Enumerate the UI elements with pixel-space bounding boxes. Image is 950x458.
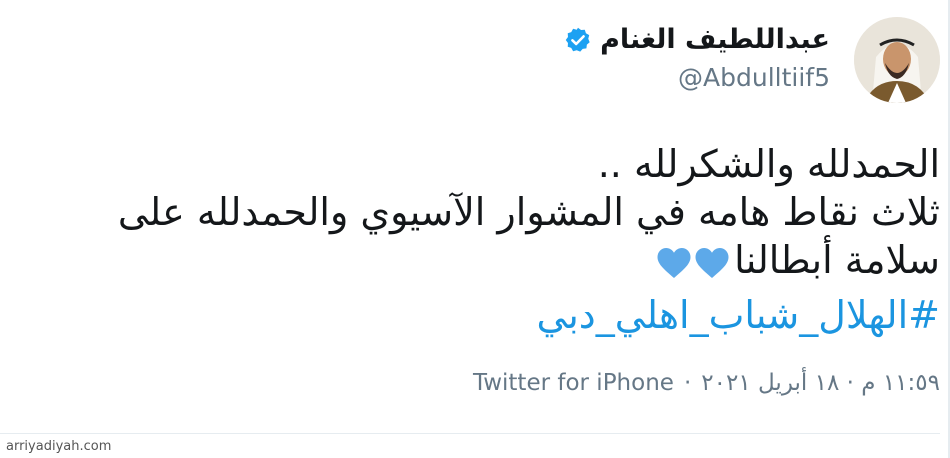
user-handle[interactable]: @Abdulltiif5 <box>678 60 830 96</box>
blue-heart-icon <box>657 247 691 278</box>
avatar[interactable] <box>854 17 940 103</box>
tweet-line-3: سلامة أبطالنا <box>10 236 940 284</box>
profile-photo-icon <box>854 17 940 103</box>
tweet-client[interactable]: Twitter for iPhone <box>473 366 674 400</box>
hearts <box>656 246 730 280</box>
tweet-line-2: ثلاث نقاط هامه في المشوار الآسيوي والحمد… <box>117 190 940 234</box>
display-name-row[interactable]: عبداللطيف الغنام <box>564 20 830 60</box>
tweet-card: عبداللطيف الغنام @Abdulltiif5 الحمدلله و… <box>0 0 950 458</box>
tweet-text: الحمدلله والشكرلله .. ثلاث نقاط هامه في … <box>10 140 940 284</box>
tweet-line-1: الحمدلله والشكرلله .. <box>597 142 940 186</box>
meta-separator: · <box>683 370 692 396</box>
tweet-meta: ١١:٥٩ م · ١٨ أبريل ٢٠٢١ · Twitter for iP… <box>473 366 940 400</box>
verified-badge-icon <box>565 27 590 52</box>
display-name[interactable]: عبداللطيف الغنام <box>600 20 830 60</box>
divider <box>0 433 940 434</box>
tweet-line-3-text: سلامة أبطالنا <box>734 238 940 282</box>
blue-heart-icon <box>695 247 729 278</box>
watermark: arriyadiyah.com <box>6 439 112 454</box>
tweet-timestamp[interactable]: ١١:٥٩ م · ١٨ أبريل ٢٠٢١ <box>701 366 940 400</box>
hashtag-link[interactable]: #الهلال_شباب_اهلي_دبي <box>537 290 940 340</box>
